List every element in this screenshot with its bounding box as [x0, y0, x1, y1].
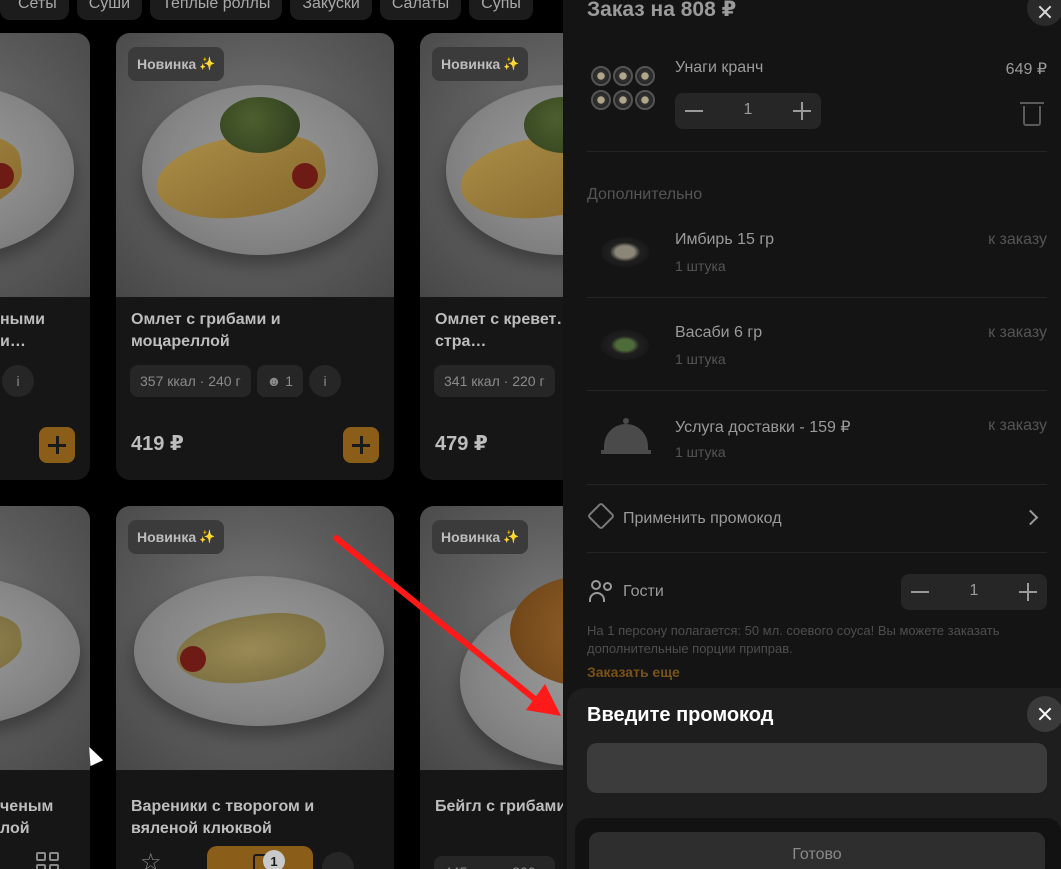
extra-tag: к заказу: [988, 324, 1047, 341]
bottom-nav: ☆ 1: [0, 840, 563, 869]
sparkle-icon: ✨: [503, 529, 520, 544]
product-title: ными и…: [0, 311, 45, 350]
done-button[interactable]: Готово: [589, 832, 1045, 869]
order-more-link[interactable]: Заказать еще: [587, 664, 680, 680]
extra-quantity: 1 штука: [675, 258, 726, 274]
sparkle-icon: ✨: [199, 56, 216, 71]
divider: [587, 151, 1047, 152]
product-price: 419 ₽: [131, 433, 184, 455]
promo-sheet: Введите промокод Готово: [567, 688, 1061, 869]
divider: [587, 390, 1047, 391]
new-badge: Новинка ✨: [128, 520, 225, 554]
sparkle-icon: ✨: [503, 56, 520, 71]
product-card[interactable]: ченым лой: [0, 506, 90, 869]
info-button[interactable]: i: [2, 365, 34, 397]
new-badge: Новинка ✨: [432, 520, 529, 554]
nutrition-chip: 341 ккал · 220 г: [434, 365, 555, 397]
extras-heading: Дополнительно: [587, 186, 703, 203]
category-tab[interactable]: Салаты: [379, 0, 462, 20]
close-button[interactable]: [1027, 0, 1061, 26]
category-tab[interactable]: Супы: [469, 0, 533, 20]
item-quantity-stepper: 1: [675, 93, 821, 129]
guests-quantity: 1: [969, 582, 979, 599]
product-photo: [0, 506, 90, 770]
add-to-cart-button[interactable]: [39, 427, 75, 463]
favorites-star-icon[interactable]: ☆: [140, 848, 162, 869]
decrease-button[interactable]: [685, 110, 703, 112]
new-badge: Новинка ✨: [432, 47, 529, 81]
ginger-thumbnail: [601, 237, 649, 267]
product-card[interactable]: Новинка ✨ Вареники с творогом и вяленой к…: [116, 506, 394, 869]
menu-area: Сеты Суши Теплые роллы Закуски Салаты Су…: [0, 0, 563, 869]
guests-icon: [589, 580, 615, 602]
person-icon: ☻: [266, 373, 282, 389]
divider: [587, 484, 1047, 485]
add-to-cart-button[interactable]: [343, 427, 379, 463]
promo-code-input[interactable]: [587, 743, 1047, 793]
divider: [587, 552, 1047, 553]
product-card[interactable]: нымии… ii: [0, 33, 90, 480]
guests-label: Гости: [623, 583, 664, 600]
extra-name: Услуга доставки - 159 ₽: [675, 419, 851, 436]
product-title: Омлет с грибами и моцареллой: [131, 311, 281, 350]
persons-chip: ☻ 1: [256, 365, 304, 397]
nutrition-chip: 357 ккал · 240 г: [130, 365, 251, 397]
product-card[interactable]: Новинка✨ Бейгл с грибами пашот 445 ккал …: [420, 506, 563, 869]
product-card[interactable]: Новинка ✨ Омлет с грибами и моцареллой 35…: [116, 33, 394, 480]
close-button[interactable]: [1027, 696, 1061, 732]
product-price: 479 ₽: [435, 433, 488, 455]
category-tab[interactable]: Суши: [76, 0, 143, 20]
item-name: Унаги кранч: [675, 59, 764, 76]
trash-icon[interactable]: [1020, 102, 1044, 126]
cart-button[interactable]: 1: [207, 846, 313, 869]
category-tab[interactable]: Теплые роллы: [150, 0, 283, 20]
cart-count-badge: 1: [263, 850, 285, 869]
divider: [587, 297, 1047, 298]
cloche-icon: [601, 418, 651, 458]
wasabi-thumbnail: [601, 330, 649, 360]
promo-sheet-title: Введите промокод: [587, 704, 774, 726]
extra-name: Имбирь 15 гр: [675, 231, 775, 248]
apply-promo-row[interactable]: Применить промокод: [623, 510, 782, 528]
sheet-footer: Готово: [575, 818, 1061, 869]
product-title: Вареники с творогом и вяленой клюквой: [131, 798, 315, 837]
extra-quantity: 1 штука: [675, 444, 726, 460]
info-button[interactable]: i: [309, 365, 342, 397]
sparkle-icon: ✨: [199, 529, 216, 544]
decrease-button[interactable]: [911, 591, 929, 593]
category-tabs: Сеты Суши Теплые роллы Закуски Салаты Су…: [0, 0, 533, 20]
extra-tag: к заказу: [988, 231, 1047, 248]
product-title: ченым лой: [0, 798, 54, 837]
product-title: Бейгл с грибами пашот: [435, 798, 563, 815]
new-badge: Новинка ✨: [128, 47, 225, 81]
product-photo: [0, 33, 90, 297]
order-title: Заказ на 808 ₽: [587, 0, 737, 21]
category-tab[interactable]: Сеты: [0, 0, 69, 20]
product-title: Омлет с кревет… домашней стра…: [435, 311, 563, 350]
menu-grid-icon[interactable]: [36, 852, 60, 869]
product-card[interactable]: Новинка✨ Омлет с кревет… домашней стра… …: [420, 33, 563, 480]
item-thumbnail: [591, 66, 659, 120]
extra-quantity: 1 штука: [675, 351, 726, 367]
sauce-note: На 1 персону полагается: 50 мл. соевого …: [587, 623, 1000, 656]
item-quantity: 1: [743, 101, 753, 118]
item-price: 649 ₽: [1005, 61, 1047, 78]
extra-tag: к заказу: [988, 417, 1047, 434]
ticket-icon: [586, 501, 616, 531]
extra-name: Васаби 6 гр: [675, 324, 763, 341]
chevron-right-icon[interactable]: [1022, 509, 1039, 526]
more-button[interactable]: [322, 852, 354, 869]
guests-stepper: 1: [901, 574, 1047, 610]
category-tab[interactable]: Закуски: [290, 0, 372, 20]
